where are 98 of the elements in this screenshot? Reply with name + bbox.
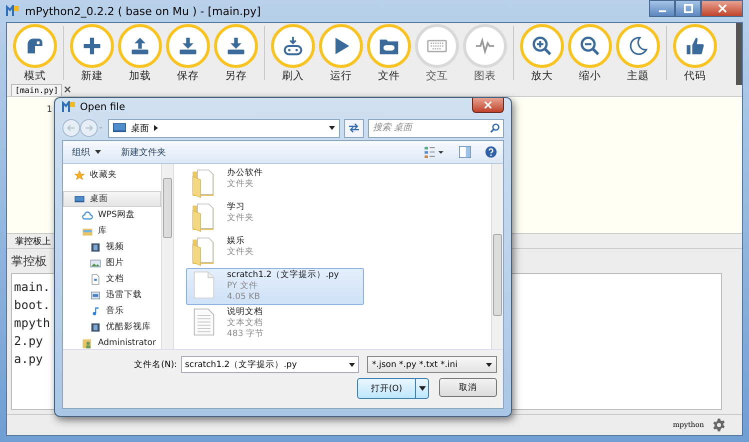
dropdown-arrow-icon — [418, 386, 426, 391]
app-logo-icon — [62, 101, 76, 113]
nav-item[interactable]: Administrator — [63, 335, 161, 349]
refresh-icon — [348, 123, 360, 133]
file-item[interactable]: 娱乐 文件夹 — [186, 234, 364, 268]
dropdown-arrow-icon — [95, 150, 101, 154]
file-type: PY 文件 — [227, 281, 259, 292]
dropdown-arrow-icon — [349, 362, 355, 366]
film-icon — [90, 322, 101, 332]
new-folder-button[interactable]: 新建文件夹 — [118, 146, 169, 158]
file-type: 文本文档 — [227, 318, 264, 328]
help-icon[interactable] — [485, 146, 497, 158]
chevron-right-icon — [154, 125, 158, 131]
download-icon — [225, 35, 247, 57]
maximize-icon — [684, 4, 692, 13]
folder-icon — [191, 202, 217, 232]
board-icon — [282, 35, 304, 57]
nav-item[interactable]: 文档 — [63, 271, 161, 287]
file-type: 文件夹 — [227, 213, 254, 224]
file-name: 说明文档 — [227, 307, 264, 318]
file-name: 娱乐 — [227, 236, 246, 247]
line-number: 1 — [46, 105, 52, 115]
file-item[interactable]: 办公软件 文件夹 — [186, 166, 364, 200]
file-list-item[interactable]: main. — [14, 278, 50, 296]
pulse-icon — [474, 35, 496, 57]
preview-pane-icon[interactable] — [459, 146, 471, 158]
panel-heading: 掌控板 — [11, 253, 47, 270]
dialog-title: Open file — [80, 102, 126, 112]
file-type: 文件夹 — [227, 179, 255, 190]
close-icon — [718, 4, 726, 13]
maximize-button[interactable] — [675, 0, 701, 17]
dropdown-arrow-icon — [486, 362, 492, 366]
filename-label: 文件名(N): — [134, 358, 177, 370]
app-logo-icon — [6, 5, 20, 17]
filename-field[interactable]: scratch1.2（文字提示）.py — [181, 356, 359, 373]
film-icon — [90, 242, 101, 252]
file-name: 办公软件 — [227, 168, 263, 179]
cloud-icon — [82, 210, 93, 220]
minimize-button[interactable] — [649, 0, 675, 17]
zoom-out-icon — [579, 35, 601, 57]
panel-tab[interactable]: 掌控板上 — [11, 235, 55, 248]
file-list-item[interactable]: mpyth — [14, 314, 50, 332]
nav-item[interactable]: 图片 — [63, 255, 161, 271]
search-field[interactable]: 搜索 桌面 — [368, 118, 504, 138]
scrollbar[interactable] — [161, 164, 173, 349]
file-size: 483 字节 — [227, 329, 264, 340]
download-icon — [177, 35, 199, 57]
file-list-item[interactable]: 2.py — [14, 332, 43, 350]
plus-icon — [81, 35, 103, 57]
close-icon — [484, 101, 492, 109]
file-icon — [191, 270, 217, 300]
file-item[interactable]: 说明文档 文本文档 483 字节 — [186, 305, 364, 342]
upload-icon — [129, 35, 151, 57]
scrollbar[interactable] — [491, 164, 503, 349]
nav-item[interactable]: WPS网盘 — [63, 207, 161, 223]
search-icon — [490, 122, 500, 132]
nav-item[interactable]: 视频 — [63, 239, 161, 255]
nav-item[interactable]: 迅雷下载 — [63, 287, 161, 303]
file-item[interactable]: scratch1.2（文字提示）.py PY 文件 4.05 KB — [186, 268, 364, 305]
folder-icon — [191, 236, 217, 266]
file-name: scratch1.2（文字提示）.py — [227, 270, 339, 281]
nav-item[interactable]: 库 — [63, 223, 161, 239]
moon-icon — [627, 35, 649, 57]
address-bar[interactable]: 桌面 — [108, 118, 340, 138]
zoom-in-icon — [531, 35, 553, 57]
picture-icon — [90, 258, 101, 268]
close-button[interactable] — [472, 98, 504, 113]
cancel-button[interactable]: 取消 — [439, 378, 497, 397]
file-name: 学习 — [227, 202, 246, 213]
file-list-item[interactable]: boot. — [14, 296, 50, 314]
file-type: 文件夹 — [227, 247, 254, 258]
dropdown-arrow-icon — [329, 126, 335, 130]
document-icon — [90, 274, 101, 284]
file-item[interactable]: 学习 文件夹 — [186, 200, 364, 234]
monitor-icon — [113, 123, 126, 133]
file-size: 4.05 KB — [227, 292, 262, 303]
organize-menu[interactable]: 组织 — [69, 146, 104, 158]
view-options-icon[interactable] — [423, 146, 445, 158]
music-note-icon — [90, 306, 101, 316]
text-file-icon — [191, 307, 217, 337]
user-folder-icon — [82, 338, 93, 348]
thumbs-up-icon — [684, 35, 706, 57]
nav-item[interactable]: 桌面 — [63, 191, 161, 207]
download-icon — [90, 290, 101, 300]
nav-item[interactable]: 收藏夹 — [63, 167, 161, 183]
star-icon — [74, 170, 85, 180]
file-type-dropdown[interactable]: *.json *.py *.txt *.ini — [367, 356, 497, 373]
folder-icon — [191, 168, 217, 198]
settings-icon[interactable] — [712, 418, 726, 432]
refresh-button[interactable] — [344, 118, 364, 138]
close-button[interactable] — [701, 0, 743, 17]
nav-item[interactable]: 优酷影视库 — [63, 319, 161, 335]
nav-item[interactable]: 音乐 — [63, 303, 161, 319]
file-list-item[interactable]: a.py — [14, 350, 43, 368]
editor-tab[interactable]: [main.py] — [11, 84, 62, 96]
window-title: mPython2_0.2.2 ( base on Mu ) - [main.py] — [25, 4, 261, 18]
monitor-icon — [74, 194, 85, 204]
close-icon[interactable] — [64, 86, 72, 93]
